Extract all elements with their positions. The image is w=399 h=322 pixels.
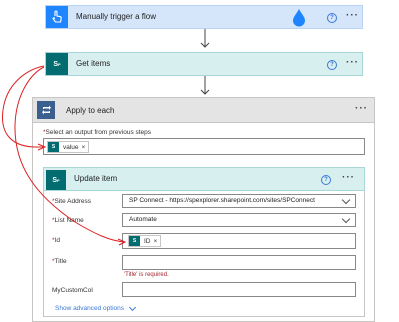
touch-hand-icon	[46, 6, 68, 28]
site-address-value: SP Connect - https://spexplorer.sharepoi…	[129, 197, 315, 204]
token-remove-button[interactable]: ×	[82, 144, 86, 151]
help-icon[interactable]: ?	[321, 175, 331, 185]
down-arrow-icon	[199, 76, 211, 98]
trigger-card[interactable]: Manually trigger a flow ? ···	[45, 5, 363, 29]
title-error-message: 'Title' is required.	[124, 272, 169, 278]
apply-to-each-header[interactable]: Apply to each ···	[32, 97, 375, 123]
show-advanced-label: Show advanced options	[55, 305, 125, 312]
trigger-title: Manually trigger a flow	[76, 12, 157, 21]
custom-col-field[interactable]	[122, 282, 356, 297]
title-field[interactable]	[122, 255, 356, 270]
down-arrow-icon	[199, 29, 211, 51]
loop-icon	[37, 101, 55, 119]
value-token-label: value	[63, 143, 79, 151]
apply-to-each-title: Apply to each	[66, 106, 115, 115]
more-options-button[interactable]: ···	[342, 173, 355, 183]
token-remove-button[interactable]: ×	[154, 238, 158, 245]
select-output-field[interactable]: S value ×	[43, 138, 365, 155]
water-drop-icon	[292, 8, 306, 29]
title-label: *Title	[52, 258, 67, 265]
site-address-dropdown[interactable]: SP Connect - https://spexplorer.sharepoi…	[122, 194, 356, 208]
id-field[interactable]: S ID ×	[122, 233, 356, 249]
list-name-dropdown[interactable]: Automate	[122, 213, 356, 227]
select-output-label: *Select an output from previous steps	[43, 129, 152, 136]
get-items-card[interactable]: SP Get items ? ···	[45, 52, 363, 76]
value-token[interactable]: S value ×	[47, 141, 90, 153]
help-icon[interactable]: ?	[327, 13, 337, 23]
more-options-button[interactable]: ···	[346, 11, 359, 21]
more-options-button[interactable]: ···	[355, 104, 368, 114]
sharepoint-icon: S	[48, 142, 59, 152]
sharepoint-icon: SP	[46, 170, 66, 190]
get-items-title: Get items	[76, 59, 111, 68]
sharepoint-icon: S	[129, 236, 140, 246]
id-token-label: ID	[144, 237, 151, 245]
chevron-down-icon	[128, 303, 137, 311]
site-address-label: *Site Address	[52, 198, 92, 205]
id-token[interactable]: S ID ×	[128, 235, 162, 247]
help-icon[interactable]: ?	[327, 60, 337, 70]
list-name-value: Automate	[129, 216, 157, 223]
update-item-header[interactable]: SP Update item ? ···	[43, 167, 365, 191]
update-item-title: Update item	[74, 174, 118, 183]
id-label: *Id	[52, 237, 60, 244]
sharepoint-icon: SP	[46, 53, 68, 75]
more-options-button[interactable]: ···	[346, 58, 359, 68]
list-name-label: *List Name	[52, 217, 84, 224]
chevron-down-icon	[341, 195, 351, 205]
custom-col-label: MyCustomCol	[52, 287, 93, 294]
show-advanced-options-link[interactable]: Show advanced options	[55, 303, 137, 312]
chevron-down-icon	[341, 214, 351, 224]
